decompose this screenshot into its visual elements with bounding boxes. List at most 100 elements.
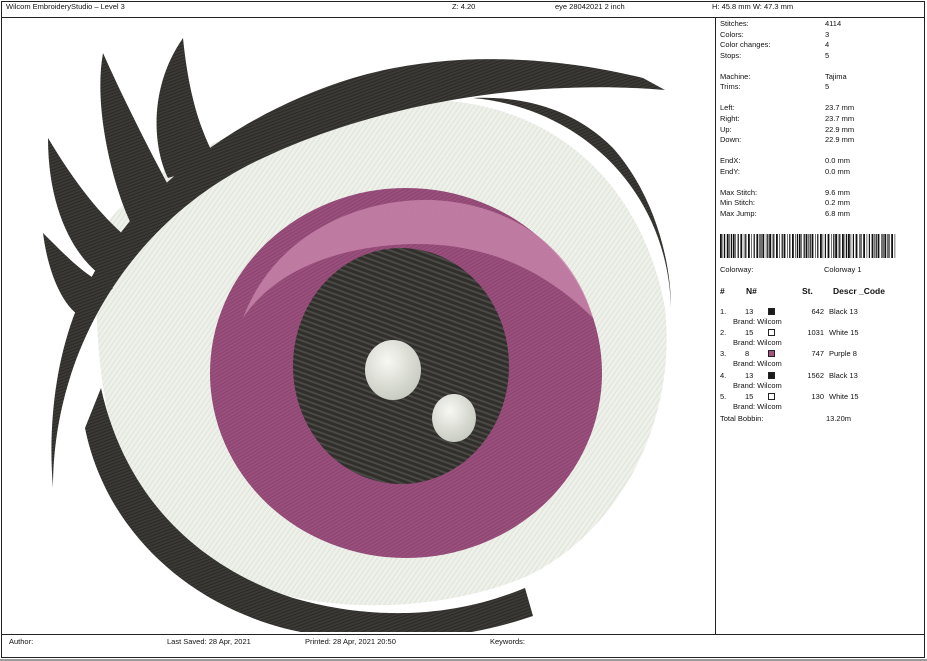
barcode-bar <box>894 234 896 258</box>
barcode-bar <box>751 234 752 258</box>
row-stitches: 642 <box>811 307 824 316</box>
barcode-bar <box>871 234 874 258</box>
barcode-bar <box>732 234 735 258</box>
barcode-image <box>720 234 896 258</box>
barcode-bar <box>888 234 890 258</box>
barcode-bar <box>852 234 854 258</box>
total-bobbin-label: Total Bobbin: <box>720 414 764 423</box>
barcode-bar <box>796 234 798 258</box>
barcode-bar <box>877 234 880 258</box>
panel-divider <box>715 17 716 634</box>
barcode-bar <box>833 234 835 258</box>
footer-keywords: Keywords: <box>490 637 526 646</box>
barcode-bar <box>789 234 791 258</box>
row-description: White 15 <box>829 328 859 338</box>
row-description: Black 13 <box>829 370 858 380</box>
barcode-bar <box>779 234 780 258</box>
row-needle: 13 <box>745 307 754 316</box>
barcode-bar <box>805 234 808 258</box>
barcode-bar <box>815 234 816 258</box>
barcode-bar <box>881 234 882 258</box>
barcode-bar <box>795 234 796 258</box>
row-stitches: 747 <box>811 349 824 359</box>
barcode-bar <box>831 234 832 258</box>
col-number: # <box>720 286 725 296</box>
barcode-bar <box>720 234 722 258</box>
barcode-bar <box>820 234 822 258</box>
barcode-bar <box>743 234 745 258</box>
row-brand: Brand: Wilcom <box>733 380 782 390</box>
stat-value: 23.7 mm <box>825 103 855 113</box>
barcode-bar <box>839 234 841 258</box>
color-swatch <box>768 329 775 337</box>
barcode-bar <box>769 234 771 258</box>
barcode-bar <box>776 234 778 258</box>
stat-value: 0.0 mm <box>825 166 851 176</box>
footer-author: Author: <box>9 637 34 646</box>
barcode-bar <box>808 234 809 258</box>
row-description: White 15 <box>829 391 859 401</box>
barcode-bar <box>855 234 858 258</box>
barcode-bar <box>874 234 875 258</box>
barcode-bar <box>729 234 730 258</box>
app-title: Wilcom EmbroideryStudio – Level 3 <box>6 2 125 11</box>
stat-value: 6.8 mm <box>825 209 851 218</box>
barcode-bar <box>846 234 848 258</box>
stat-label: Up: <box>720 124 732 134</box>
row-index: 4. <box>720 370 727 380</box>
total-bobbin-value: 13.20m <box>826 414 852 423</box>
barcode-bar <box>735 234 736 258</box>
stat-value: 23.7 mm <box>825 114 855 123</box>
row-stitches: 130 <box>811 391 824 401</box>
barcode-bar <box>726 234 729 258</box>
stat-label: Color changes: <box>720 40 771 50</box>
stat-value: 4114 <box>825 19 842 28</box>
stat-value: 9.6 mm <box>825 187 851 197</box>
barcode-bar <box>767 234 769 258</box>
stat-value: 22.9 mm <box>825 135 855 145</box>
stat-label: Max Jump: <box>720 209 757 218</box>
barcode-bar <box>748 234 750 258</box>
color-swatch <box>768 308 775 315</box>
row-index: 3. <box>720 349 727 359</box>
stat-label: Colors: <box>720 29 744 39</box>
stat-label: Min Stitch: <box>720 198 756 208</box>
col-stitches: St. <box>802 286 813 296</box>
barcode-bar <box>809 234 811 258</box>
barcode-bar <box>759 234 760 258</box>
barcode-bar <box>803 234 805 258</box>
row-description: Black 13 <box>829 307 858 316</box>
barcode-bar <box>801 234 802 258</box>
barcode-bar <box>798 234 801 258</box>
row-needle: 13 <box>745 370 754 380</box>
row-index: 2. <box>720 328 727 338</box>
row-brand: Brand: Wilcom <box>733 401 782 411</box>
barcode-bar <box>824 234 826 258</box>
stat-label: Right: <box>720 114 740 123</box>
barcode-bar <box>765 234 767 258</box>
stat-label: EndY: <box>720 166 741 176</box>
barcode-bar <box>724 234 726 258</box>
row-brand: Brand: Wilcom <box>733 338 782 348</box>
highlight-small <box>432 394 476 442</box>
barcode-bar <box>783 234 786 258</box>
color-swatch <box>768 350 775 358</box>
barcode-bar <box>792 234 794 258</box>
barcode-bar <box>882 234 884 258</box>
barcode-bar <box>850 234 852 258</box>
barcode-bar <box>835 234 837 258</box>
barcode-bar <box>781 234 783 258</box>
stat-label: Stitches: <box>720 19 749 28</box>
barcode-bar <box>866 234 868 258</box>
barcode-bar <box>887 234 888 258</box>
barcode-bar <box>740 234 743 258</box>
barcode-bar <box>737 234 739 258</box>
stat-label: Machine: <box>720 71 751 81</box>
row-index: 1. <box>720 307 727 316</box>
barcode-bar <box>817 234 819 258</box>
footer-printed: Printed: 28 Apr, 2021 20:50 <box>305 637 396 646</box>
barcode-bar <box>891 234 893 258</box>
barcode-bar <box>745 234 747 258</box>
stat-label: EndX: <box>720 156 741 166</box>
stat-value: 0.0 mm <box>825 156 851 166</box>
